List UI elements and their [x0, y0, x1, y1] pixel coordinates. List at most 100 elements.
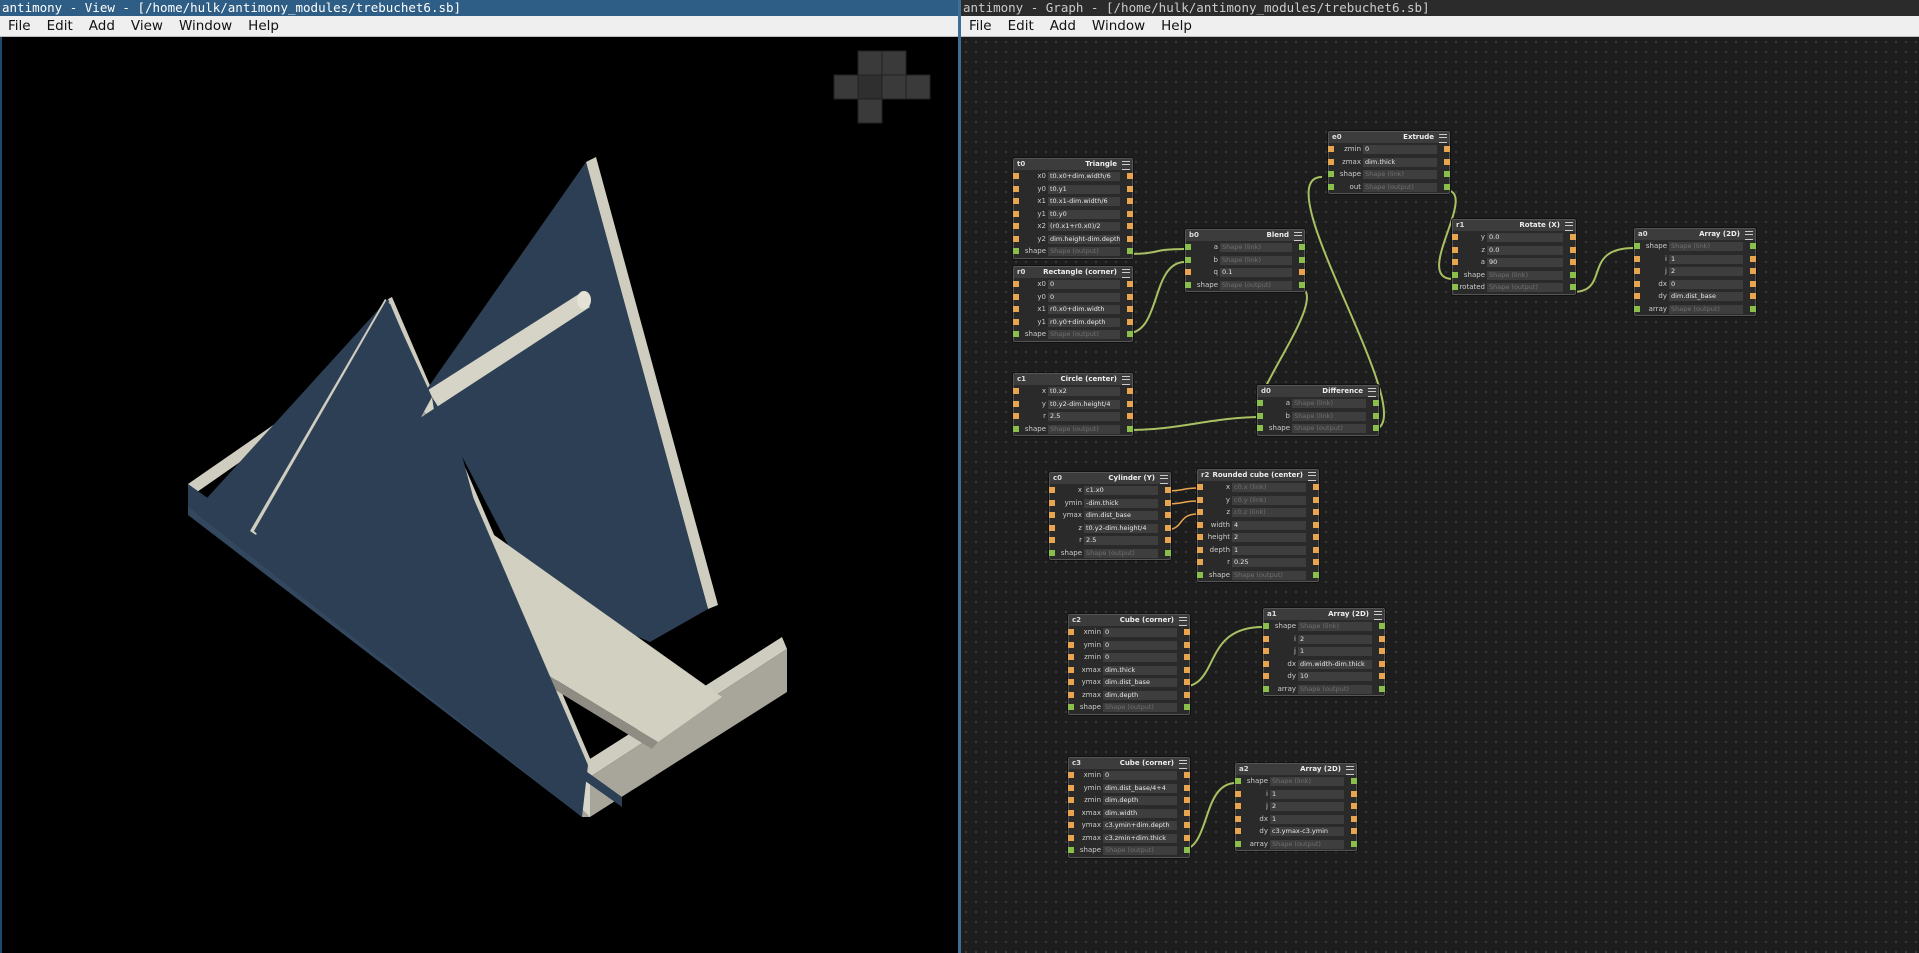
- node-menu-icon[interactable]: [1368, 388, 1376, 397]
- field-value-input[interactable]: t0.x2: [1048, 387, 1120, 396]
- field-value-input[interactable]: Shape (output): [1669, 304, 1743, 314]
- graph-node-a2[interactable]: a2 Array (2D) shape Shape (link) i 1 j 2 dx 1 dy c3…: [1235, 763, 1357, 851]
- output-port[interactable]: [1444, 183, 1450, 190]
- node-header[interactable]: b0 Blend: [1186, 230, 1304, 241]
- graph-node-c2[interactable]: c2 Cube (corner) xmin 0 ymin 0 zmin 0 xmax dim.th…: [1068, 614, 1190, 715]
- output-port[interactable]: [1373, 412, 1379, 419]
- node-menu-icon[interactable]: [1439, 134, 1447, 143]
- menu-view[interactable]: View: [123, 16, 171, 36]
- menu-add[interactable]: Add: [1042, 16, 1084, 36]
- output-port[interactable]: [1127, 223, 1133, 229]
- output-port[interactable]: [1184, 809, 1190, 816]
- field-value-input[interactable]: 0: [1103, 771, 1177, 780]
- output-port[interactable]: [1184, 834, 1190, 841]
- output-port[interactable]: [1379, 660, 1385, 667]
- field-value-input[interactable]: c1.x0: [1084, 486, 1158, 495]
- output-port[interactable]: [1444, 171, 1450, 177]
- menu-help[interactable]: Help: [240, 16, 287, 36]
- field-value-input[interactable]: 0: [1048, 280, 1120, 289]
- node-menu-icon[interactable]: [1179, 617, 1187, 626]
- output-port[interactable]: [1165, 499, 1171, 506]
- output-port[interactable]: [1127, 281, 1133, 287]
- field-value-input[interactable]: dim.depth: [1103, 690, 1177, 700]
- field-value-input[interactable]: 0.0: [1487, 245, 1563, 255]
- output-port[interactable]: [1570, 234, 1576, 240]
- field-value-input[interactable]: -dim.thick: [1084, 498, 1158, 508]
- field-value-input[interactable]: c0.z (link): [1232, 508, 1306, 517]
- output-port[interactable]: [1184, 629, 1190, 635]
- menu-window[interactable]: Window: [1084, 16, 1153, 36]
- output-port[interactable]: [1373, 400, 1379, 406]
- menu-file[interactable]: File: [0, 16, 39, 36]
- field-value-input[interactable]: 0.25: [1232, 558, 1306, 567]
- field-value-input[interactable]: dim.dist_base: [1669, 292, 1743, 301]
- field-value-input[interactable]: dim.dist_base: [1084, 511, 1158, 520]
- field-value-input[interactable]: Shape (link): [1292, 399, 1366, 408]
- menu-edit[interactable]: Edit: [1000, 16, 1042, 36]
- output-port[interactable]: [1127, 173, 1133, 179]
- output-port[interactable]: [1379, 635, 1385, 642]
- node-header[interactable]: e0 Extrude: [1329, 132, 1449, 143]
- field-value-input[interactable]: c3.ymin+dim.depth: [1103, 821, 1177, 830]
- field-value-input[interactable]: 90: [1487, 258, 1563, 267]
- output-port[interactable]: [1313, 521, 1319, 528]
- field-value-input[interactable]: 0: [1048, 292, 1120, 302]
- output-port[interactable]: [1184, 654, 1190, 660]
- output-port[interactable]: [1165, 487, 1171, 493]
- node-menu-icon[interactable]: [1745, 231, 1753, 240]
- output-port[interactable]: [1184, 704, 1190, 710]
- node-menu-icon[interactable]: [1346, 766, 1354, 775]
- node-header[interactable]: d0 Difference: [1258, 386, 1378, 397]
- node-header[interactable]: a2 Array (2D): [1236, 764, 1356, 775]
- field-value-input[interactable]: t0.y2-dim.height/4: [1084, 523, 1158, 533]
- field-value-input[interactable]: t0.y1: [1048, 184, 1120, 194]
- field-value-input[interactable]: 1: [1669, 254, 1743, 264]
- field-value-input[interactable]: Shape (output): [1298, 684, 1372, 694]
- output-port[interactable]: [1570, 271, 1576, 278]
- node-header[interactable]: c3 Cube (corner): [1069, 758, 1189, 769]
- field-value-input[interactable]: c0.x (link): [1232, 483, 1306, 492]
- graph-node-c3[interactable]: c3 Cube (corner) xmin 0 ymin dim.dist_base/4+…: [1068, 757, 1190, 858]
- graph-node-b0[interactable]: b0 Blend a Shape (link) b Shape (link) q 0.1 sha…: [1185, 229, 1305, 292]
- output-port[interactable]: [1184, 822, 1190, 828]
- field-value-input[interactable]: Shape (link): [1220, 243, 1292, 252]
- graph-node-a1[interactable]: a1 Array (2D) shape Shape (link) i 2 j 1 dx dim.w…: [1263, 608, 1385, 696]
- output-port[interactable]: [1313, 559, 1319, 565]
- output-port[interactable]: [1313, 496, 1319, 503]
- output-port[interactable]: [1444, 146, 1450, 152]
- menu-file[interactable]: File: [961, 16, 1000, 36]
- field-value-input[interactable]: 0: [1669, 279, 1743, 289]
- output-port[interactable]: [1750, 255, 1756, 262]
- output-port[interactable]: [1351, 790, 1357, 797]
- output-port[interactable]: [1313, 534, 1319, 540]
- output-port[interactable]: [1165, 549, 1171, 556]
- node-menu-icon[interactable]: [1122, 376, 1130, 385]
- field-value-input[interactable]: Shape (link): [1298, 622, 1372, 631]
- output-port[interactable]: [1127, 210, 1133, 217]
- field-value-input[interactable]: Shape (output): [1487, 283, 1563, 292]
- output-port[interactable]: [1570, 246, 1576, 253]
- output-port[interactable]: [1127, 306, 1133, 312]
- field-value-input[interactable]: Shape (output): [1220, 280, 1292, 290]
- field-value-input[interactable]: Shape (output): [1103, 703, 1177, 712]
- field-value-input[interactable]: 1: [1270, 789, 1344, 799]
- graph-node-e0[interactable]: e0 Extrude zmin 0 zmax dim.thick shape Shape (l…: [1328, 131, 1450, 194]
- menu-edit[interactable]: Edit: [39, 16, 81, 36]
- field-value-input[interactable]: 1: [1298, 647, 1372, 656]
- field-value-input[interactable]: Shape (output): [1232, 570, 1306, 580]
- field-value-input[interactable]: dim.height-dim.depth: [1048, 234, 1120, 244]
- node-graph-canvas[interactable]: t0 Triangle x0 t0.x0+dim.width/6 y0 t0.y1 x1 t0…: [961, 37, 1919, 953]
- field-value-input[interactable]: Shape (link): [1669, 242, 1743, 251]
- output-port[interactable]: [1750, 305, 1756, 312]
- output-port[interactable]: [1165, 537, 1171, 543]
- node-menu-icon[interactable]: [1308, 472, 1316, 481]
- field-value-input[interactable]: 2.5: [1048, 412, 1120, 421]
- field-value-input[interactable]: Shape (output): [1292, 424, 1366, 433]
- output-port[interactable]: [1184, 772, 1190, 778]
- field-value-input[interactable]: Shape (link): [1292, 411, 1366, 421]
- field-value-input[interactable]: Shape (link): [1487, 270, 1563, 280]
- field-value-input[interactable]: 0: [1103, 653, 1177, 662]
- output-port[interactable]: [1184, 666, 1190, 673]
- field-value-input[interactable]: Shape (output): [1048, 424, 1120, 434]
- node-menu-icon[interactable]: [1374, 611, 1382, 620]
